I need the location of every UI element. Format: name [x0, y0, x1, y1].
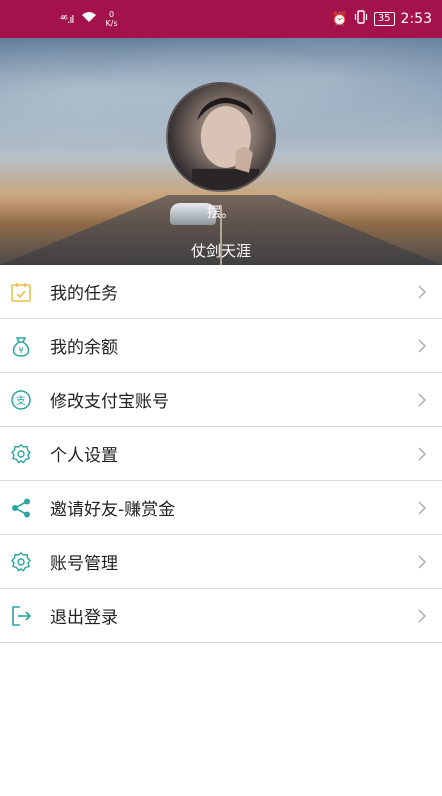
speed-unit: K/s	[105, 19, 118, 28]
chevron-right-icon	[416, 554, 428, 570]
menu-item-personal-settings[interactable]: 个人设置	[0, 427, 442, 481]
avatar[interactable]	[166, 82, 276, 192]
signal-icon: ⁴⁶.ıl	[60, 12, 74, 26]
profile-username: 仗剑天涯	[190, 242, 251, 260]
logout-icon	[10, 605, 32, 627]
menu-item-change-alipay[interactable]: 支 修改支付宝账号	[0, 373, 442, 427]
vibrate-icon	[354, 10, 368, 28]
chevron-right-icon	[416, 608, 428, 624]
menu-item-label: 账号管理	[50, 554, 118, 574]
avatar-photo	[192, 97, 260, 190]
status-bar: ⁴⁶.ıl 0 K/s ⏰ 35 2:53	[0, 0, 442, 38]
menu-item-label: 个人设置	[50, 446, 118, 466]
gear-icon	[10, 443, 32, 465]
chevron-right-icon	[416, 500, 428, 516]
menu-item-label: 退出登录	[50, 608, 118, 628]
speed-value: 0	[108, 10, 115, 19]
network-speed: 0 K/s	[105, 10, 117, 28]
money-bag-icon: ¥	[10, 335, 32, 357]
gear-icon	[10, 551, 32, 573]
menu-item-account-management[interactable]: 账号管理	[0, 535, 442, 589]
menu-item-invite-friends[interactable]: 邀请好友-赚赏金	[0, 481, 442, 535]
clock-time: 2:53	[400, 11, 432, 27]
chevron-right-icon	[416, 392, 428, 408]
menu-item-logout[interactable]: 退出登录	[0, 589, 442, 643]
menu-item-label: 邀请好友-赚赏金	[50, 500, 176, 520]
chevron-right-icon	[416, 338, 428, 354]
menu-item-label: 我的余额	[50, 338, 118, 358]
profile-menu: 我的任务 ¥ 我的余额 支 修改支付宝账号 个人设置 邀请好友-赚赏金 账号管理…	[0, 265, 442, 643]
share-icon	[10, 497, 32, 519]
profile-header: 摆。 仗剑天涯	[0, 38, 442, 265]
menu-item-my-tasks[interactable]: 我的任务	[0, 265, 442, 319]
svg-text:支: 支	[16, 395, 26, 407]
menu-item-label: 修改支付宝账号	[50, 392, 169, 412]
menu-item-label: 我的任务	[50, 284, 118, 304]
menu-item-my-balance[interactable]: ¥ 我的余额	[0, 319, 442, 373]
svg-text:¥: ¥	[18, 346, 23, 355]
chevron-right-icon	[416, 284, 428, 300]
alarm-icon: ⏰	[331, 11, 348, 27]
wifi-icon	[81, 11, 97, 27]
alipay-icon: 支	[10, 389, 32, 411]
chevron-right-icon	[416, 446, 428, 462]
battery-icon: 35	[373, 12, 395, 26]
task-icon	[10, 281, 32, 303]
profile-nickname: 摆。	[207, 205, 235, 221]
